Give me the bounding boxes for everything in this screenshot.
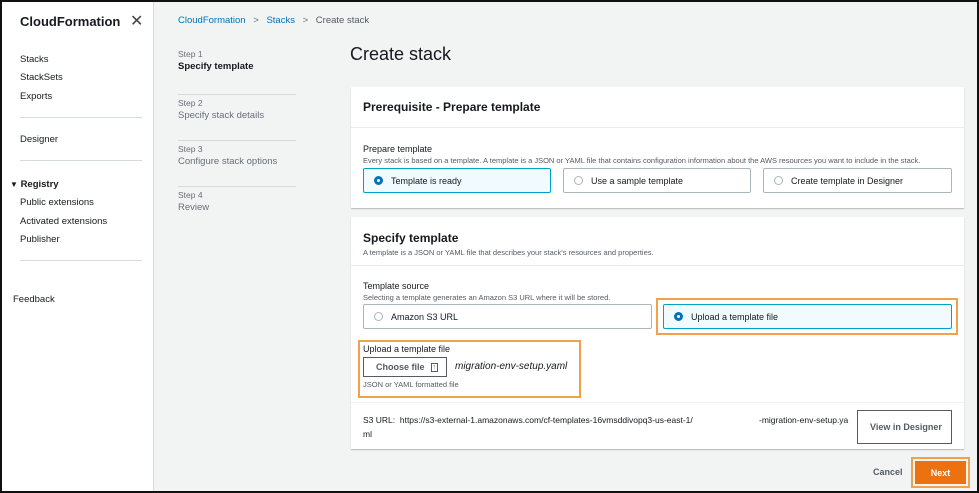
chevron-right-icon: > xyxy=(253,15,259,26)
breadcrumb: CloudFormation > Stacks > Create stack xyxy=(178,15,369,26)
step-number: Step 2 xyxy=(178,98,203,108)
specify-template-panel: Specify template A template is a JSON or… xyxy=(351,217,964,449)
radio-icon xyxy=(774,176,783,185)
step-number: Step 3 xyxy=(178,144,203,154)
sidebar-item-stacks[interactable]: Stacks xyxy=(20,54,49,65)
step-label: Review xyxy=(178,202,210,213)
breadcrumb-current: Create stack xyxy=(315,15,370,26)
sidebar-item-publisher[interactable]: Publisher xyxy=(20,234,60,245)
s3-url-section: S3 URL: https://s3-external-1.amazonaws.… xyxy=(351,402,964,449)
radio-create-in-designer[interactable]: Create template in Designer xyxy=(763,168,952,193)
prepare-template-label: Prepare template xyxy=(363,144,433,154)
radio-template-ready[interactable]: Template is ready xyxy=(363,168,551,193)
highlight-box xyxy=(911,457,970,488)
chevron-right-icon: > xyxy=(302,15,309,26)
specify-template-desc: A template is a JSON or YAML file that d… xyxy=(363,248,654,257)
wizard-steps: Step 1 Specify template Step 2 Specify s… xyxy=(178,49,296,233)
sidebar-item-exports[interactable]: Exports xyxy=(20,91,52,102)
s3-url-label: S3 URL: xyxy=(363,415,396,425)
panel-header: Prerequisite - Prepare template xyxy=(363,100,541,114)
registry-label: Registry xyxy=(20,179,59,190)
template-source-label: Template source xyxy=(363,281,430,291)
app-window: CloudFormation ✕ Stacks StackSets Export… xyxy=(0,0,979,493)
page-title: Create stack xyxy=(350,44,452,64)
sidebar-item-feedback[interactable]: Feedback xyxy=(13,294,55,305)
prepare-template-desc: Every stack is based on a template. A te… xyxy=(363,156,921,165)
sidebar-item-public-extensions[interactable]: Public extensions xyxy=(20,197,94,208)
step-3[interactable]: Step 3 Configure stack options xyxy=(178,141,296,187)
step-label: Configure stack options xyxy=(178,156,278,167)
radio-label: Amazon S3 URL xyxy=(391,311,459,322)
step-label: Specify stack details xyxy=(178,110,265,121)
template-source-desc: Selecting a template generates an Amazon… xyxy=(363,293,611,302)
radio-s3-url[interactable]: Amazon S3 URL xyxy=(363,304,652,329)
breadcrumb-cloudformation[interactable]: CloudFormation xyxy=(178,15,246,26)
panel-header: Specify template xyxy=(363,231,459,245)
cancel-button[interactable]: Cancel xyxy=(873,467,903,477)
s3-url-part: ml xyxy=(363,429,372,439)
step-number: Step 4 xyxy=(178,190,203,200)
step-4[interactable]: Step 4 Review xyxy=(178,187,296,233)
radio-icon xyxy=(574,176,583,185)
sidebar: CloudFormation ✕ Stacks StackSets Export… xyxy=(2,2,154,491)
divider xyxy=(20,260,142,261)
sidebar-item-activated-extensions[interactable]: Activated extensions xyxy=(20,216,107,227)
s3-url-part: -migration-env-setup.ya xyxy=(759,415,849,425)
sidebar-item-stacksets[interactable]: StackSets xyxy=(20,72,63,83)
divider xyxy=(351,127,964,128)
breadcrumb-stacks[interactable]: Stacks xyxy=(266,15,295,26)
radio-label: Template is ready xyxy=(391,175,462,186)
radio-label: Create template in Designer xyxy=(791,175,904,186)
step-1: Step 1 Specify template xyxy=(178,49,296,95)
radio-sample-template[interactable]: Use a sample template xyxy=(563,168,751,193)
view-in-designer-button[interactable]: View in Designer xyxy=(857,410,952,444)
highlight-box xyxy=(656,298,958,335)
sidebar-title: CloudFormation xyxy=(20,14,121,29)
radio-icon xyxy=(374,312,383,321)
close-icon[interactable]: ✕ xyxy=(130,11,143,31)
sidebar-item-designer[interactable]: Designer xyxy=(20,134,58,145)
caret-down-icon: ▼ xyxy=(10,180,18,189)
sidebar-registry-toggle[interactable]: ▼ Registry xyxy=(10,179,59,190)
radio-label: Use a sample template xyxy=(591,175,684,186)
radio-icon xyxy=(374,176,383,185)
step-label: Specify template xyxy=(178,61,254,72)
divider xyxy=(20,160,142,161)
s3-url-text: S3 URL: https://s3-external-1.amazonaws.… xyxy=(363,415,693,425)
step-2[interactable]: Step 2 Specify stack details xyxy=(178,95,296,141)
divider xyxy=(351,265,964,266)
divider xyxy=(20,117,142,118)
highlight-box xyxy=(358,340,581,398)
prerequisite-panel: Prerequisite - Prepare template Prepare … xyxy=(351,87,964,208)
s3-url-part: https://s3-external-1.amazonaws.com/cf-t… xyxy=(399,415,693,425)
step-number: Step 1 xyxy=(178,49,203,59)
